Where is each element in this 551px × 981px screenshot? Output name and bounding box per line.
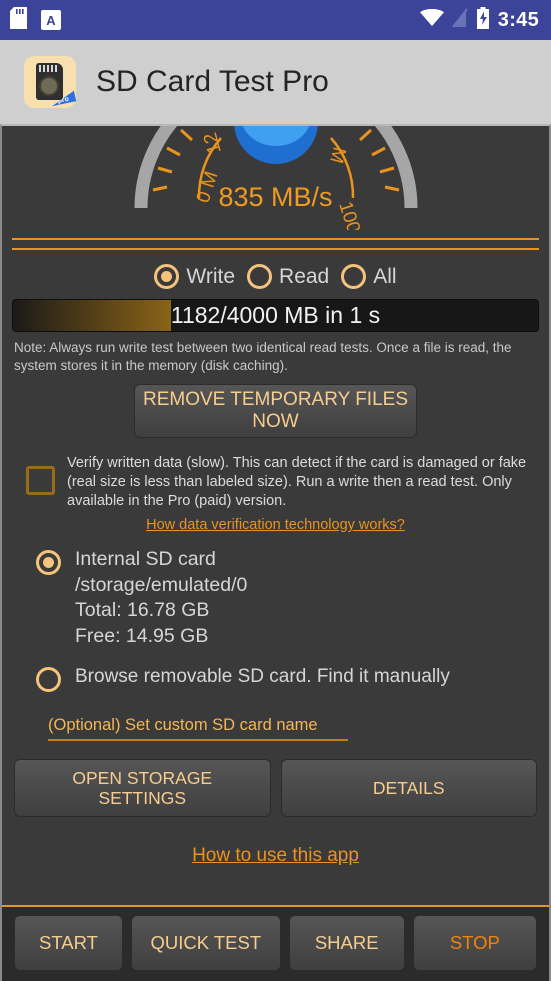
bottom-action-bar: START QUICK TEST SHARE STOP <box>2 905 549 981</box>
storage-option-removable[interactable]: Browse removable SD card. Find it manual… <box>2 650 549 692</box>
share-button[interactable]: SHARE <box>288 915 405 971</box>
gauge-dial-glyph <box>39 76 59 96</box>
gauge-tick-label-m: M <box>325 145 349 166</box>
note-text: Note: Always run write test between two … <box>14 340 512 373</box>
wifi-icon <box>419 8 444 32</box>
radio-label-write: Write <box>186 264 236 288</box>
gauge-tick-label-12: 12 <box>200 130 226 156</box>
verify-data-row: Verify written data (slow). This can det… <box>2 438 549 512</box>
sd-card-pins-glyph <box>39 65 59 72</box>
radio-icon-write[interactable] <box>154 264 180 289</box>
no-signal-icon <box>451 7 468 33</box>
verification-info-link[interactable]: How data verification technology works? <box>2 512 549 533</box>
radio-icon-removable-sd[interactable] <box>36 666 61 692</box>
radio-label-read: Read <box>279 264 330 288</box>
radio-option-read[interactable]: Read <box>247 264 329 289</box>
quick-test-button[interactable]: QUICK TEST <box>130 915 281 971</box>
radio-option-all[interactable]: All <box>341 264 397 289</box>
radio-option-write[interactable]: Write <box>154 264 235 289</box>
page-title: SD Card Test Pro <box>96 65 329 98</box>
progress-bar: 1182/4000 MB in 1 s <box>12 299 539 332</box>
radio-icon-read[interactable] <box>247 264 273 289</box>
radio-icon-internal-sd[interactable] <box>36 549 61 575</box>
font-size-a-icon: A <box>41 10 61 30</box>
open-storage-settings-label: OPEN STORAGE SETTINGS <box>72 767 213 808</box>
status-bar-right-icons: 3:45 <box>419 6 539 34</box>
verify-data-label: Verify written data (slow). This can det… <box>67 454 527 510</box>
radio-icon-all[interactable] <box>341 264 367 289</box>
main-content: 0 M 12 1000 M M 835 MB/s Write Read All <box>0 124 551 981</box>
divider-second <box>12 248 539 250</box>
gauge-svg: 0 M 12 1000 M M <box>134 126 417 230</box>
details-button[interactable]: DETAILS <box>280 758 537 817</box>
how-to-use-link[interactable]: How to use this app <box>2 817 549 867</box>
open-storage-settings-button[interactable]: OPEN STORAGE SETTINGS <box>14 758 271 817</box>
clock: 3:45 <box>497 8 539 31</box>
app-bar: pro SD Card Test Pro <box>0 40 551 124</box>
speed-gauge: 0 M 12 1000 M M 835 MB/s <box>2 126 549 230</box>
internal-sd-free: Free: 14.95 GB <box>75 625 209 648</box>
status-bar: A 3:45 <box>0 0 551 40</box>
sd-card-icon <box>10 6 27 34</box>
internal-sd-details: Internal SD card /storage/emulated/0 Tot… <box>75 547 247 650</box>
verify-data-checkbox[interactable] <box>26 465 55 495</box>
internal-sd-total: Total: 16.78 GB <box>75 599 210 622</box>
divider-top <box>12 238 539 240</box>
remove-temporary-files-button[interactable]: REMOVE TEMPORARY FILES NOW <box>134 383 417 438</box>
app-icon: pro <box>24 56 76 108</box>
storage-actions-row: OPEN STORAGE SETTINGS DETAILS <box>2 741 549 817</box>
radio-label-all: All <box>373 264 397 288</box>
start-button[interactable]: START <box>14 915 123 971</box>
internal-sd-path: /storage/emulated/0 <box>75 573 248 596</box>
battery-charging-icon <box>476 6 490 34</box>
stop-button[interactable]: STOP <box>412 915 537 971</box>
storage-option-internal[interactable]: Internal SD card /storage/emulated/0 Tot… <box>2 533 549 650</box>
custom-sd-name-input[interactable]: (Optional) Set custom SD card name <box>48 716 348 741</box>
internal-sd-name: Internal SD card <box>75 547 216 570</box>
test-mode-radio-group: Write Read All <box>2 264 549 289</box>
gauge-value: 835 MB/s <box>218 182 333 212</box>
removable-sd-label: Browse removable SD card. Find it manual… <box>75 665 450 687</box>
status-bar-left-icons: A <box>10 6 61 34</box>
progress-bar-text: 1182/4000 MB in 1 s <box>170 302 381 328</box>
